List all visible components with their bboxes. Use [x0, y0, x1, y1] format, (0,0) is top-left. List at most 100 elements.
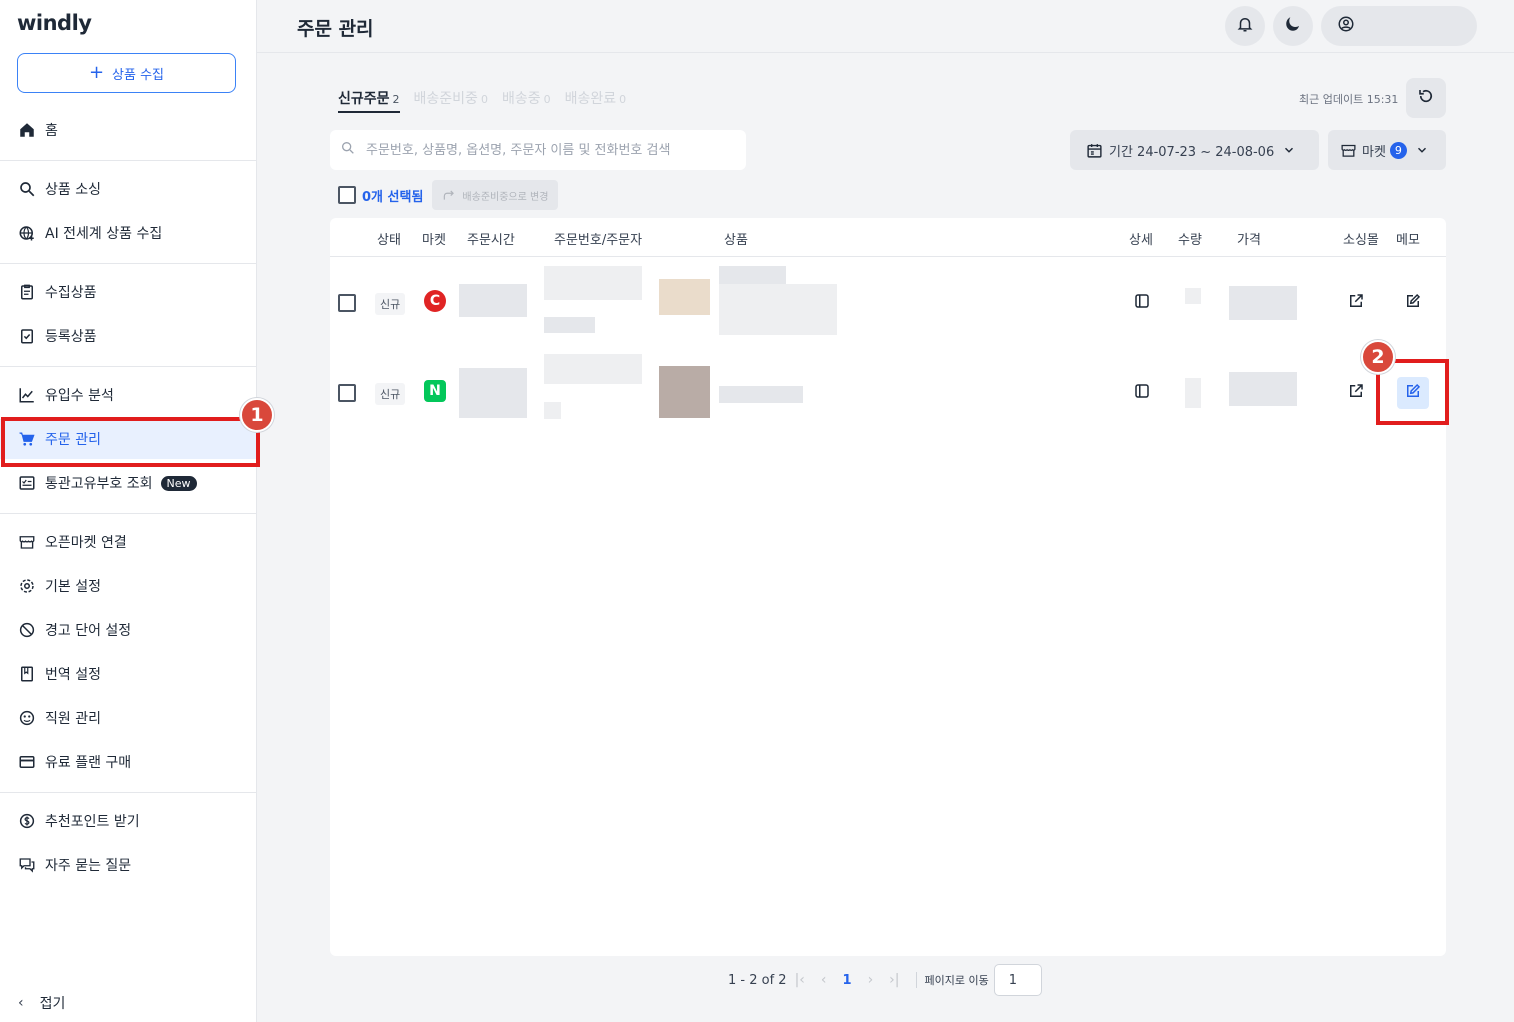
prev-page-icon[interactable]: ‹ [821, 972, 827, 988]
sidebar-item-referral[interactable]: 추천포인트 받기 [0, 801, 256, 841]
order-number-redacted [544, 354, 642, 384]
external-link-icon [1347, 382, 1365, 404]
product-thumbnail [659, 279, 710, 315]
column-header: 가격 [1237, 233, 1261, 248]
sidebar-item-plan[interactable]: 유료 플랜 구매 [0, 742, 256, 782]
step-2-marker: 2 [1361, 340, 1395, 374]
sidebar-item-label: 번역 설정 [45, 667, 101, 683]
orderer-redacted [544, 402, 561, 419]
detail-panel-button[interactable] [1126, 287, 1158, 319]
sidebar: windly + 상품 수집 홈 상품 소싱 AI 전세계 상품 수집 수집상품… [0, 0, 257, 1022]
chart-line-icon [18, 386, 36, 404]
sidebar-item-home[interactable]: 홈 [0, 110, 256, 150]
tab-count: 0 [543, 93, 551, 106]
page-range: 1 - 2 of 2 [728, 972, 787, 988]
sidebar-panel-icon [1133, 292, 1151, 314]
sidebar-item-traffic[interactable]: 유입수 분석 [0, 375, 256, 415]
sidebar-item-label: 홈 [45, 123, 58, 139]
sidebar-item-label: 통관고유부호 조회 [45, 476, 153, 492]
current-page[interactable]: 1 [843, 973, 852, 988]
top-bar: 주문 관리 [257, 0, 1514, 53]
step-1-marker: 1 [240, 398, 274, 432]
checklist-icon [18, 327, 36, 345]
sidebar-divider [0, 263, 256, 264]
tab-delivered[interactable]: 배송완료 0 [565, 88, 627, 113]
globe-icon [18, 224, 36, 242]
sidebar-item-ai-collect[interactable]: AI 전세계 상품 수집 [0, 213, 256, 253]
notification-button[interactable] [1225, 6, 1265, 46]
dark-mode-toggle[interactable] [1273, 6, 1313, 46]
search-icon [340, 140, 356, 160]
sidebar-item-label: 등록상품 [45, 329, 97, 345]
collapse-sidebar-button[interactable]: ‹ 접기 [18, 993, 65, 1013]
change-button-label: 배송준비중으로 변경 [462, 191, 549, 203]
order-status-tabs: 신규주문 2 배송준비중 0 배송중 0 배송완료 0 [338, 88, 626, 113]
market-filter-button[interactable]: 마켓 9 [1328, 130, 1446, 170]
sidebar-item-translation[interactable]: 번역 설정 [0, 654, 256, 694]
tab-preparing[interactable]: 배송준비중 0 [414, 88, 488, 113]
sidebar-item-openmarket[interactable]: 오픈마켓 연결 [0, 522, 256, 562]
refresh-button[interactable] [1406, 78, 1446, 118]
memo-edit-button[interactable] [1397, 287, 1429, 319]
sidebar-item-label: 오픈마켓 연결 [45, 535, 127, 551]
sidebar-item-faq[interactable]: 자주 묻는 질문 [0, 845, 256, 885]
sourcing-mall-link-button[interactable] [1340, 377, 1372, 409]
sidebar-divider [0, 160, 256, 161]
tab-count: 2 [392, 93, 400, 106]
sidebar-divider [0, 792, 256, 793]
page-title: 주문 관리 [297, 18, 374, 40]
goto-page-input[interactable]: 1 [993, 964, 1042, 996]
product-name-redacted [719, 386, 803, 403]
column-header: 상태 [377, 233, 401, 248]
product-thumbnail [659, 366, 710, 418]
next-page-icon[interactable]: › [868, 972, 874, 988]
profile-button[interactable] [1321, 6, 1477, 46]
order-number-redacted [544, 266, 642, 300]
sidebar-item-label: 자주 묻는 질문 [45, 858, 132, 874]
chat-icon [18, 856, 36, 874]
clipboard-icon [18, 283, 36, 301]
search-input[interactable] [366, 142, 736, 158]
detail-panel-button[interactable] [1126, 377, 1158, 409]
forward-arrow-icon [442, 188, 456, 202]
tab-shipping[interactable]: 배송중 0 [502, 88, 551, 113]
id-card-icon [18, 474, 36, 492]
row-checkbox[interactable] [338, 384, 356, 402]
sidebar-item-settings[interactable]: 기본 설정 [0, 566, 256, 606]
sidebar-item-label: 유료 플랜 구매 [45, 755, 132, 771]
chevron-down-icon [1282, 143, 1296, 157]
sidebar-item-label: 직원 관리 [45, 711, 101, 727]
sidebar-item-collected[interactable]: 수집상품 [0, 272, 256, 312]
collect-product-button[interactable]: + 상품 수집 [17, 53, 236, 93]
sidebar-item-staff[interactable]: 직원 관리 [0, 698, 256, 738]
ban-icon [18, 621, 36, 639]
column-header: 소싱몰 [1343, 233, 1379, 248]
period-filter-button[interactable]: 기간 24-07-23 ~ 24-08-06 [1070, 130, 1319, 170]
naver-market-icon: N [424, 380, 446, 402]
sidebar-divider [0, 366, 256, 367]
users-icon [18, 709, 36, 727]
quantity-redacted [1185, 288, 1201, 304]
change-to-preparing-button[interactable]: 배송준비중으로 변경 [432, 180, 559, 210]
highlight-box-orders [1, 417, 260, 467]
table-row[interactable]: 신규 N [330, 348, 1446, 438]
tab-label: 배송준비중 [413, 91, 478, 107]
new-badge: New [160, 475, 197, 491]
sidebar-item-warning-words[interactable]: 경고 단어 설정 [0, 610, 256, 650]
table-row[interactable]: 신규 C [330, 258, 1446, 348]
sidebar-item-registered[interactable]: 등록상품 [0, 316, 256, 356]
sourcing-mall-link-button[interactable] [1340, 287, 1372, 319]
last-page-icon[interactable]: ›| [889, 972, 899, 988]
bell-icon [1236, 15, 1254, 37]
tab-new-orders[interactable]: 신규주문 2 [338, 88, 400, 113]
row-checkbox[interactable] [338, 294, 356, 312]
app-logo[interactable]: windly [17, 11, 92, 35]
market-count-badge: 9 [1389, 141, 1407, 159]
tab-label: 신규주문 [338, 91, 390, 107]
moon-icon [1284, 15, 1302, 37]
sidebar-item-sourcing[interactable]: 상품 소싱 [0, 169, 256, 209]
first-page-icon[interactable]: |‹ [795, 972, 805, 988]
select-all-checkbox[interactable] [338, 186, 356, 204]
user-circle-icon [1337, 15, 1355, 37]
sidebar-item-customs[interactable]: 통관고유부호 조회 New [0, 463, 256, 503]
